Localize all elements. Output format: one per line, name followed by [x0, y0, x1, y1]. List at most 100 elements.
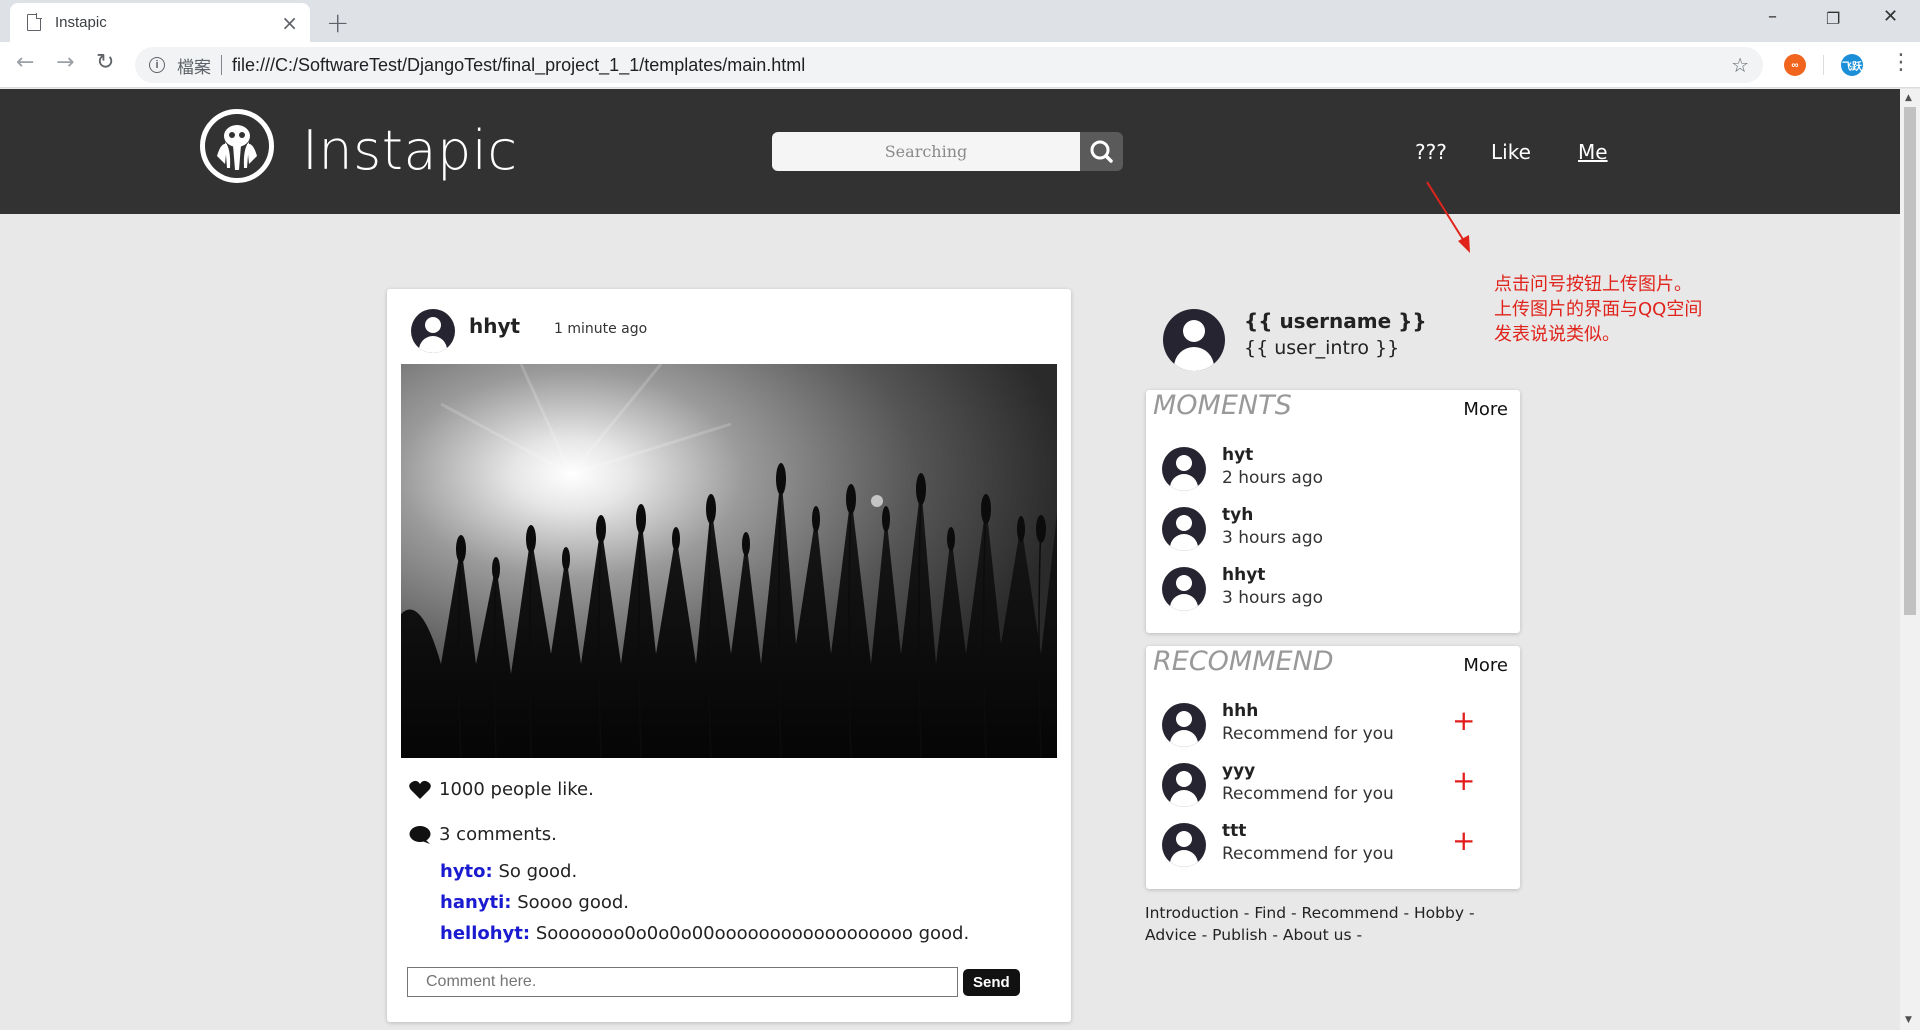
bookmark-star-icon[interactable]: ☆ — [1731, 53, 1749, 77]
me-nav-link[interactable]: Me — [1578, 140, 1608, 164]
moment-user[interactable]: hyt — [1222, 445, 1253, 465]
comment-text: Soooo good. — [511, 892, 630, 913]
window-close-icon[interactable]: ✕ — [1883, 6, 1898, 27]
list-item[interactable]: tyh 3 hours ago — [1162, 505, 1502, 553]
search-input[interactable] — [772, 132, 1080, 171]
annotation-line: 点击问号按钮上传图片。 — [1494, 274, 1692, 295]
avatar[interactable] — [1162, 567, 1206, 611]
comment-item: hyto: So good. — [440, 861, 577, 882]
list-item: ttt Recommend for you + — [1162, 821, 1502, 869]
comment-author[interactable]: hellohyt: — [440, 923, 530, 944]
comment-author[interactable]: hanyti: — [440, 892, 511, 913]
heart-icon[interactable] — [409, 780, 431, 800]
scroll-down-icon[interactable]: ▼ — [1905, 1015, 1912, 1025]
post-image[interactable] — [401, 364, 1057, 758]
scrollbar-thumb[interactable] — [1904, 107, 1916, 615]
tab-title: Instapic — [55, 14, 107, 31]
tab-close-icon[interactable]: × — [281, 11, 298, 35]
extension-infinity-icon[interactable]: ∞ — [1784, 54, 1806, 76]
follow-plus-icon[interactable]: + — [1452, 827, 1475, 855]
new-tab-icon[interactable]: + — [326, 6, 349, 39]
recommend-subtitle: Recommend for you — [1222, 844, 1394, 864]
toolbar-separator — [1823, 55, 1824, 75]
comments-count: 3 comments. — [439, 824, 557, 845]
avatar[interactable] — [1162, 823, 1206, 867]
browser-menu-icon[interactable]: ⋮ — [1890, 50, 1912, 75]
moment-time: 3 hours ago — [1222, 528, 1324, 548]
avatar[interactable] — [1162, 507, 1206, 551]
like-nav-link[interactable]: Like — [1491, 140, 1531, 164]
footer-links: Introduction - Find - Recommend - Hobby … — [1145, 904, 1475, 944]
comment-text: Sooooooo0o0o0o00oooooooooooooooooo good. — [530, 923, 970, 944]
page-scrollbar[interactable]: ▲ ▼ — [1900, 89, 1920, 1030]
list-item[interactable]: hyt 2 hours ago — [1162, 445, 1502, 493]
address-bar[interactable]: i 檔案 file:///C:/SoftwareTest/DjangoTest/… — [135, 47, 1763, 83]
post-card: hhyt 1 minute ago 1000 people like. 3 co… — [387, 289, 1071, 1022]
info-icon[interactable]: i — [149, 57, 165, 73]
follow-plus-icon[interactable]: + — [1452, 707, 1475, 735]
back-icon[interactable]: ← — [16, 50, 34, 75]
browser-toolbar: ← → ↻ i 檔案 file:///C:/SoftwareTest/Djang… — [0, 42, 1920, 88]
recommend-user[interactable]: hhh — [1222, 701, 1258, 721]
avatar[interactable] — [1162, 703, 1206, 747]
moment-user[interactable]: hhyt — [1222, 565, 1265, 585]
profile-intro: {{ user_intro }} — [1244, 337, 1400, 359]
moment-time: 2 hours ago — [1222, 468, 1324, 488]
page-viewport: Instapic ??? Like Me 点击问号按钮上传图片。 上传图片的界面… — [0, 89, 1900, 1030]
footer-link[interactable]: Find — [1254, 904, 1286, 922]
recommend-more-link[interactable]: More — [1463, 655, 1508, 676]
likes-count: 1000 people like. — [439, 779, 594, 800]
annotation-note: 点击问号按钮上传图片。 上传图片的界面与QQ空间 发表说说类似。 — [1494, 272, 1754, 347]
browser-tab[interactable]: Instapic × — [10, 3, 310, 42]
recommend-subtitle: Recommend for you — [1222, 724, 1394, 744]
annotation-line: 上传图片的界面与QQ空间 — [1494, 299, 1703, 320]
extension-feiyue-icon[interactable]: 飞跃 — [1841, 54, 1863, 76]
footer-link[interactable]: Hobby — [1414, 904, 1464, 922]
recommend-user[interactable]: yyy — [1222, 761, 1255, 781]
scroll-up-icon[interactable]: ▲ — [1905, 93, 1912, 103]
send-button[interactable]: Send — [963, 968, 1020, 996]
comment-bubble-icon[interactable] — [409, 825, 431, 845]
forward-icon[interactable]: → — [56, 50, 74, 75]
comment-text: So good. — [492, 861, 578, 882]
comment-item: hellohyt: Sooooooo0o0o0o00oooooooooooooo… — [440, 923, 969, 944]
annotation-arrow-icon — [1426, 181, 1470, 253]
document-icon — [27, 13, 42, 31]
site-header: Instapic ??? Like Me — [0, 89, 1900, 214]
footer-link[interactable]: Recommend — [1302, 904, 1399, 922]
footer-link[interactable]: Advice — [1145, 926, 1197, 944]
search-icon — [1090, 140, 1113, 163]
avatar[interactable] — [411, 309, 455, 353]
list-item[interactable]: hhyt 3 hours ago — [1162, 565, 1502, 613]
upload-nav-link[interactable]: ??? — [1415, 140, 1447, 164]
footer-link[interactable]: About us — [1283, 926, 1352, 944]
brand-title[interactable]: Instapic — [302, 119, 518, 182]
search-button[interactable] — [1080, 132, 1123, 171]
recommend-panel: RECOMMEND More hhh Recommend for you + y… — [1146, 646, 1520, 889]
moments-title: MOMENTS — [1153, 390, 1292, 421]
restore-icon[interactable]: ❐ — [1826, 9, 1840, 28]
follow-plus-icon[interactable]: + — [1452, 767, 1475, 795]
moments-more-link[interactable]: More — [1463, 399, 1508, 420]
url-text[interactable]: file:///C:/SoftwareTest/DjangoTest/final… — [232, 55, 805, 76]
reload-icon[interactable]: ↻ — [96, 50, 114, 75]
likes-row: 1000 people like. — [409, 779, 594, 800]
logo-icon[interactable] — [200, 109, 274, 183]
moment-user[interactable]: tyh — [1222, 505, 1253, 525]
post-time: 1 minute ago — [554, 321, 648, 337]
profile-avatar[interactable] — [1163, 309, 1225, 371]
security-label: 檔案 — [177, 57, 211, 78]
recommend-subtitle: Recommend for you — [1222, 784, 1394, 804]
avatar[interactable] — [1162, 447, 1206, 491]
post-username[interactable]: hhyt — [469, 314, 520, 338]
omnibox-divider — [221, 55, 222, 75]
recommend-user[interactable]: ttt — [1222, 821, 1246, 841]
footer-link[interactable]: Introduction — [1145, 904, 1239, 922]
moment-time: 3 hours ago — [1222, 588, 1324, 608]
comment-input[interactable] — [407, 967, 958, 997]
profile-username[interactable]: {{ username }} — [1244, 309, 1427, 333]
minimize-icon[interactable]: – — [1768, 6, 1777, 27]
comment-author[interactable]: hyto: — [440, 861, 493, 882]
footer-link[interactable]: Publish — [1212, 926, 1267, 944]
avatar[interactable] — [1162, 763, 1206, 807]
